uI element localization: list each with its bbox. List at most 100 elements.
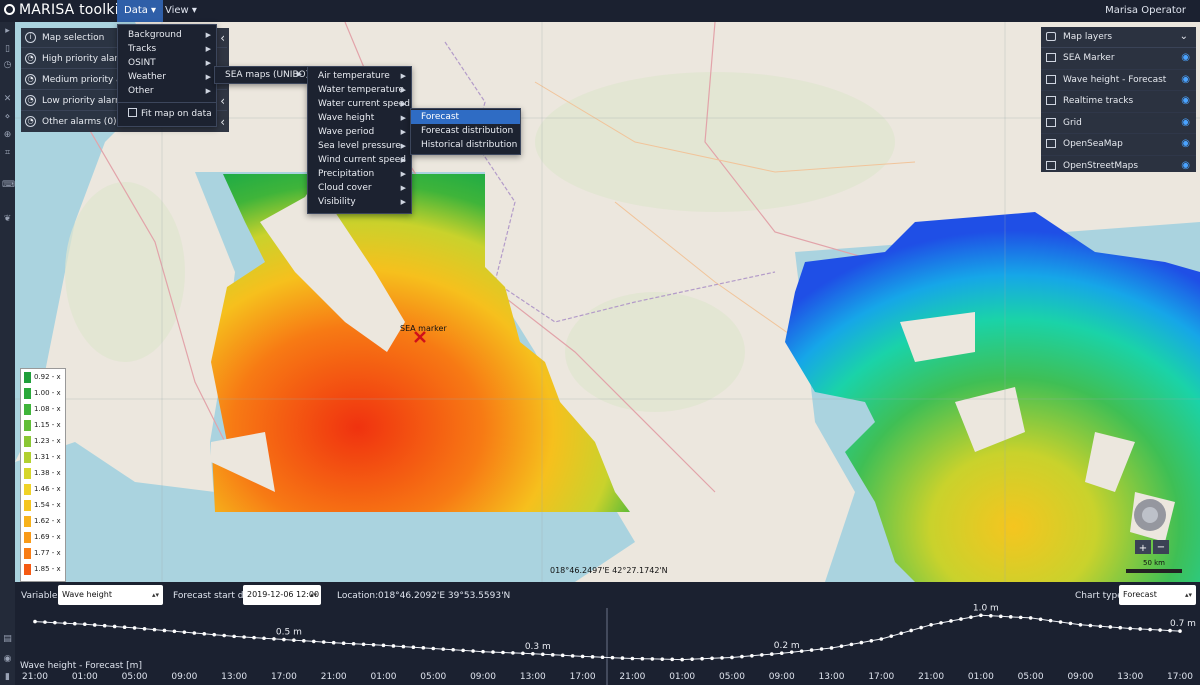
table-icon[interactable]: ▤	[2, 634, 13, 645]
chart-point	[600, 655, 605, 660]
layer-wave-height-forecast[interactable]: Wave height - Forecast ◉	[1041, 70, 1196, 91]
scale-bar	[1126, 569, 1182, 573]
keyboard-icon[interactable]: ⌨	[2, 180, 15, 191]
legend-label: 1.54 - x	[34, 501, 61, 509]
chart-point	[371, 643, 376, 647]
chart-point	[501, 650, 505, 655]
legend-swatch	[24, 388, 31, 399]
x-tick-label: 13:00	[519, 672, 546, 682]
menu-item-background[interactable]: Background ▶	[118, 28, 216, 42]
chevron-right-icon: ▶	[400, 184, 406, 192]
menu-item-wind-current-speed[interactable]: Wind current speed ▶	[308, 153, 411, 167]
layer-realtime-tracks[interactable]: Realtime tracks ◉	[1041, 91, 1196, 113]
signal-icon[interactable]: ▮	[2, 672, 13, 683]
chart-point	[481, 649, 485, 654]
chart-point	[162, 628, 167, 633]
x-tick-label: 09:00	[768, 672, 795, 682]
chevron-right-icon: ▶	[400, 170, 406, 178]
chart-point	[540, 652, 545, 657]
layer-sea-marker[interactable]: SEA Marker ◉	[1041, 48, 1196, 70]
chart-point	[311, 639, 316, 644]
layer-openseamap[interactable]: OpenSeaMap ◉	[1041, 134, 1196, 156]
menu-item-precipitation[interactable]: Precipitation ▶	[308, 167, 411, 181]
x-tick-label: 21:00	[918, 672, 945, 682]
chart-point	[859, 640, 864, 645]
chevron-down-icon[interactable]: ⌄	[1180, 27, 1188, 47]
clock-icon[interactable]: ◷	[2, 60, 13, 71]
menu-item-visibility[interactable]: Visibility ▶	[308, 195, 411, 209]
chevron-left-icon[interactable]: ‹	[220, 28, 225, 48]
menu-item-wave-height[interactable]: Wave height ▶	[308, 111, 411, 125]
chart-point	[222, 633, 226, 638]
menu-item-cloud-cover[interactable]: Cloud cover ▶	[308, 181, 411, 195]
coordinate-readout: 018°46.2497'E 42°27.1742'N	[550, 566, 668, 575]
eye-icon[interactable]: ◉	[1181, 113, 1190, 134]
menu-item-historical-distribution[interactable]: Historical distribution	[411, 138, 520, 152]
legend-swatch	[24, 564, 31, 575]
menu-item-weather[interactable]: Weather ▶	[118, 70, 216, 84]
menu-item-sea-maps[interactable]: SEA maps (UNIBO) ▶	[215, 67, 309, 83]
chart-point	[102, 623, 107, 628]
legend-swatch	[24, 436, 31, 447]
chart-point	[879, 637, 884, 641]
menu-item-air-temperature[interactable]: Air temperature ▶	[308, 69, 411, 83]
svg-text:−: −	[1157, 542, 1165, 553]
chart-annotation: 1.0 m	[973, 603, 999, 613]
chart-point	[1098, 624, 1103, 629]
crop-icon[interactable]: ⌗	[2, 148, 13, 159]
legend-swatch	[24, 516, 31, 527]
legend-item: 1.23 - x	[21, 435, 65, 448]
eye-icon[interactable]: ◉	[1181, 91, 1190, 112]
checkbox-icon[interactable]	[128, 108, 137, 117]
chart-point	[142, 626, 147, 631]
target-icon[interactable]: ⊕	[2, 130, 13, 141]
wave-height-chart[interactable]: 0.5 m 0.3 m 0.2 m 1.0 m 0.7 m	[15, 582, 1200, 685]
legend-item: 1.62 - x	[21, 515, 65, 528]
x-tick-label: 09:00	[171, 672, 198, 682]
legend-swatch	[24, 484, 31, 495]
chevron-left-icon[interactable]: ‹	[220, 112, 225, 132]
legend-item: 1.31 - x	[21, 451, 65, 464]
eye-icon[interactable]: ◉	[1181, 48, 1190, 69]
chevron-right-icon: ▶	[400, 72, 406, 80]
share-icon[interactable]: ⋄	[2, 112, 13, 123]
map-layers-panel: Map layers ⌄ SEA Marker ◉ Wave height - Fo…	[1041, 27, 1196, 172]
menu-item-tracks[interactable]: Tracks ▶	[118, 42, 216, 56]
menu-item-wave-period[interactable]: Wave period ▶	[308, 125, 411, 139]
menu-item-water-current-speed[interactable]: Water current speed ▶	[308, 97, 411, 111]
layer-grid[interactable]: Grid ◉	[1041, 113, 1196, 134]
chart-point	[590, 655, 595, 659]
chevron-right-icon: ▶	[205, 45, 211, 53]
eye-icon[interactable]: ◉	[1181, 70, 1190, 91]
chart-point	[819, 647, 824, 651]
x-tick-label: 17:00	[1167, 672, 1193, 682]
menu-item-forecast[interactable]: Forecast	[411, 110, 520, 124]
fit-map-on-data-option[interactable]: Fit map on data	[118, 107, 216, 121]
x-tick-label: 05:00	[121, 672, 148, 682]
chevron-left-icon[interactable]: ‹	[220, 91, 225, 111]
eye-icon[interactable]: ◉	[2, 654, 13, 665]
menu-item-sea-level-pressure[interactable]: Sea level pressure ▶	[308, 139, 411, 153]
eye-icon[interactable]: ◉	[1181, 134, 1190, 155]
x-tick-label: 13:00	[1117, 672, 1144, 682]
data-dropdown: Background ▶ Tracks ▶ OSINT ▶ Weather ▶ Othe…	[117, 24, 217, 127]
eye-icon[interactable]: ◉	[1181, 156, 1190, 177]
layer-openstreetmaps[interactable]: OpenStreetMaps ◉	[1041, 156, 1196, 177]
menu-item-water-temperature[interactable]: Water temperature ▶	[308, 83, 411, 97]
twitter-icon[interactable]: ❦	[2, 214, 13, 225]
user-menu[interactable]: Marisa Operator	[1105, 0, 1186, 22]
data-menu-button[interactable]: Data ▾	[117, 0, 164, 22]
map-layers-header[interactable]: Map layers ⌄	[1041, 27, 1196, 48]
chart-point	[1018, 615, 1023, 620]
view-menu-button[interactable]: View ▾	[158, 0, 204, 22]
chart-point	[511, 651, 515, 655]
document-icon[interactable]: ▯	[2, 44, 13, 55]
menu-item-other[interactable]: Other ▶	[118, 84, 216, 98]
chart-annotation: 0.7 m	[1170, 619, 1196, 629]
close-icon[interactable]: ✕	[2, 94, 13, 105]
pointer-icon[interactable]: ▸	[2, 26, 13, 37]
menu-item-osint[interactable]: OSINT ▶	[118, 56, 216, 70]
chart-point	[1178, 629, 1182, 633]
chevron-right-icon: ▶	[205, 59, 211, 67]
menu-item-forecast-distribution[interactable]: Forecast distribution	[411, 124, 520, 138]
